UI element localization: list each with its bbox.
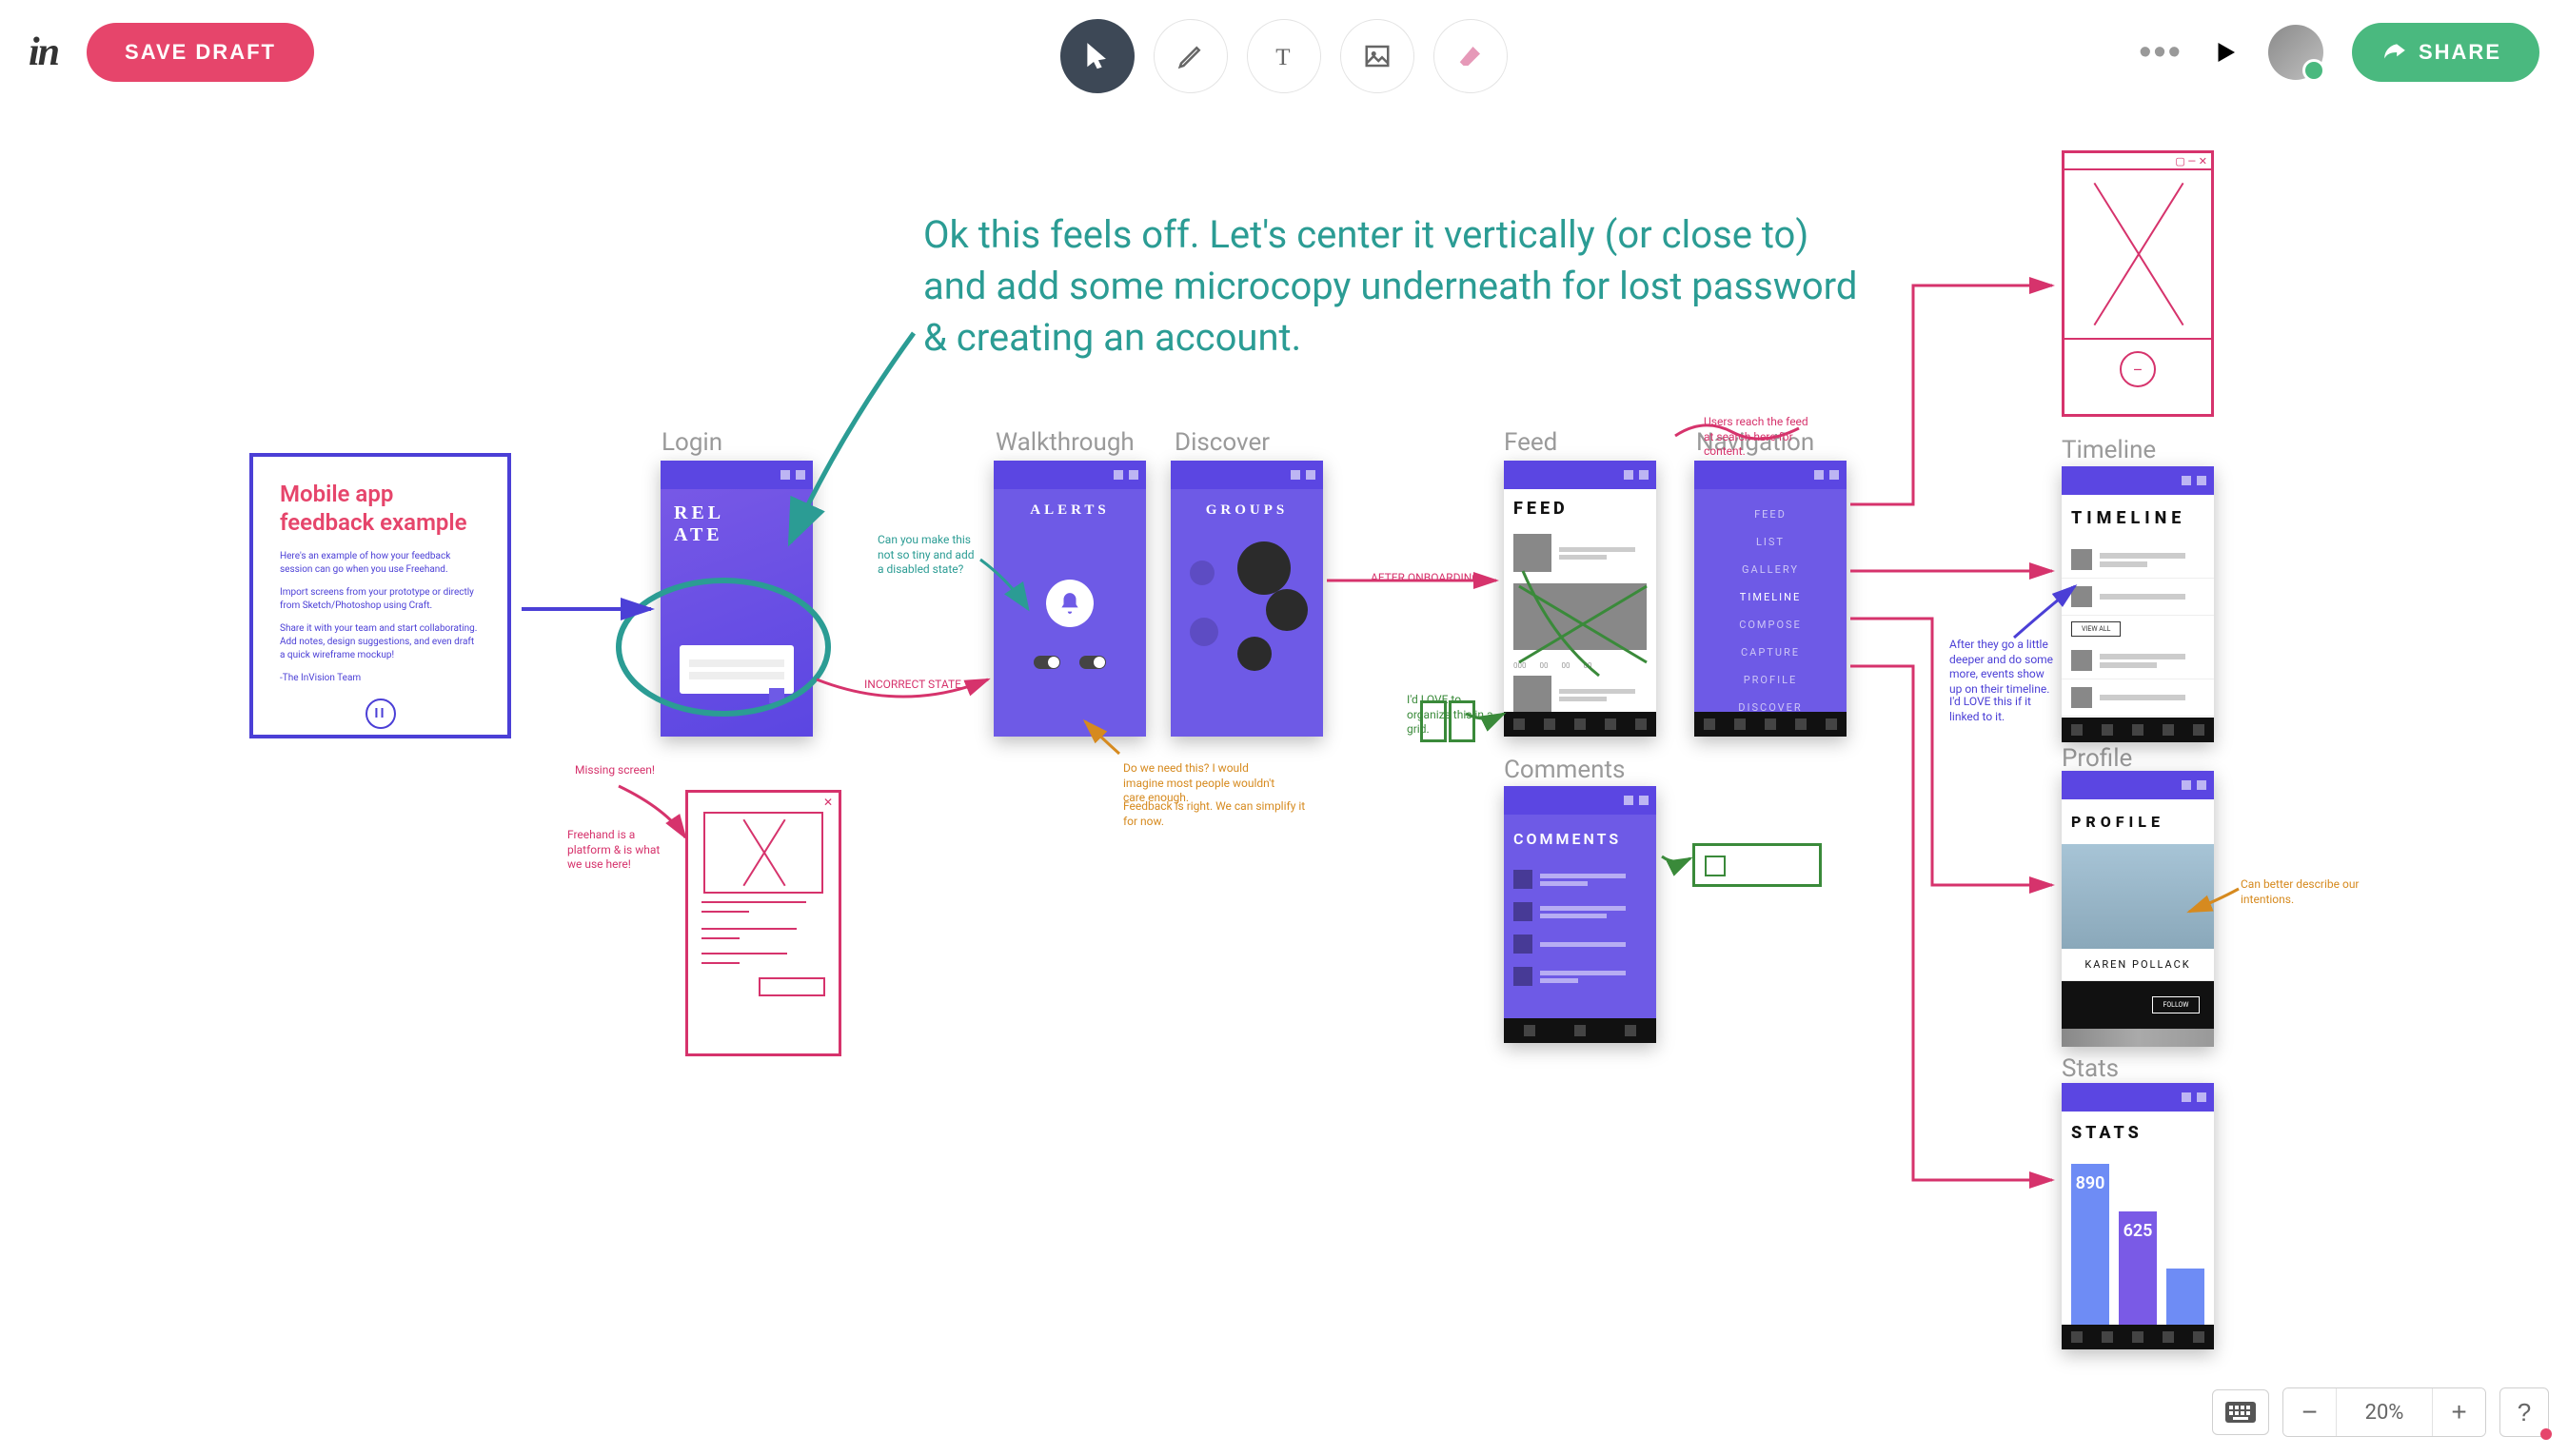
share-label: SHARE bbox=[2419, 40, 2501, 65]
bell-icon bbox=[1046, 580, 1094, 627]
view-all-button: VIEW ALL bbox=[2071, 621, 2121, 637]
pencil-tool[interactable] bbox=[1154, 19, 1228, 93]
zoom-value: 20% bbox=[2337, 1388, 2432, 1436]
zoom-in-button[interactable]: + bbox=[2432, 1388, 2485, 1436]
nav-item: COMPOSE bbox=[1694, 611, 1847, 639]
label-comments: Comments bbox=[1504, 756, 1625, 784]
image-tool[interactable] bbox=[1340, 19, 1414, 93]
pause-icon: II bbox=[365, 698, 396, 729]
zoom-out-button[interactable]: − bbox=[2283, 1388, 2337, 1436]
text-tool[interactable]: T bbox=[1247, 19, 1321, 93]
note-profile: Can better describe our intentions. bbox=[2241, 877, 2374, 907]
share-button[interactable]: SHARE bbox=[2352, 23, 2539, 82]
keyboard-icon bbox=[2225, 1402, 2256, 1423]
intro-sig: -The InVision Team bbox=[280, 672, 481, 685]
nav-item: FEED bbox=[1694, 501, 1847, 528]
profile-title: PROFILE bbox=[2062, 799, 2214, 844]
more-menu-button[interactable]: ••• bbox=[2139, 32, 2183, 73]
screen-timeline[interactable]: TIMELINE VIEW ALL bbox=[2062, 466, 2214, 742]
zoom-control: − 20% + bbox=[2282, 1387, 2486, 1437]
tool-palette: T bbox=[1060, 19, 1508, 93]
comments-title: COMMENTS bbox=[1504, 815, 1656, 863]
intro-p2: Import screens from your prototype or di… bbox=[280, 586, 481, 613]
eraser-icon bbox=[1456, 42, 1485, 70]
alerts-title: ALERTS bbox=[994, 489, 1146, 532]
note-toggle: Can you make this not so tiny and add a … bbox=[878, 533, 982, 578]
login-form bbox=[680, 645, 794, 694]
note-incorrect: INCORRECT STATE bbox=[864, 678, 961, 693]
play-icon bbox=[2211, 38, 2240, 67]
nav-item: TIMELINE bbox=[1694, 583, 1847, 611]
intro-card: Mobile app feedback example Here's an ex… bbox=[249, 453, 511, 738]
stat-bar-1: 890 bbox=[2071, 1164, 2109, 1326]
label-feed: Feed bbox=[1504, 428, 1557, 457]
svg-text:T: T bbox=[1275, 45, 1290, 70]
text-icon: T bbox=[1270, 42, 1298, 70]
login-title: REL ATE bbox=[661, 489, 813, 560]
keyboard-shortcuts-button[interactable] bbox=[2212, 1389, 2269, 1435]
invision-logo: in bbox=[29, 30, 58, 75]
header-right: ••• SHARE bbox=[2139, 15, 2539, 89]
label-timeline: Timeline bbox=[2062, 436, 2156, 464]
nav-item: LIST bbox=[1694, 528, 1847, 556]
eraser-tool[interactable] bbox=[1433, 19, 1508, 93]
app-header: in SAVE DRAFT T ••• SHARE bbox=[0, 0, 2568, 105]
screen-walkthrough[interactable]: ALERTS bbox=[994, 461, 1146, 737]
note-users: Users reach the feed at search here for … bbox=[1704, 415, 1818, 460]
label-walkthrough: Walkthrough bbox=[996, 428, 1135, 457]
note-timeline2: I'd LOVE this if it linked to it. bbox=[1949, 695, 2054, 724]
present-button[interactable] bbox=[2211, 15, 2240, 89]
cursor-icon bbox=[1083, 42, 1112, 70]
label-profile: Profile bbox=[2062, 744, 2132, 773]
intro-p1: Here's an example of how your feedback s… bbox=[280, 550, 481, 577]
screen-navigation[interactable]: FEED LIST GALLERY TIMELINE COMPOSE CAPTU… bbox=[1694, 461, 1847, 737]
label-discover: Discover bbox=[1175, 428, 1270, 457]
freehand-canvas[interactable]: Ok this feels off. Let's center it verti… bbox=[0, 105, 2568, 1456]
note-timeline1: After they go a little deeper and do som… bbox=[1949, 638, 2054, 697]
share-arrow-icon bbox=[2382, 40, 2407, 65]
note-simplify: Feedback is right. We can simplify it fo… bbox=[1123, 799, 1314, 829]
wireframe-timeline[interactable]: ▢ — ✕ – bbox=[2062, 150, 2214, 417]
save-draft-button[interactable]: SAVE DRAFT bbox=[87, 23, 314, 82]
screen-comments[interactable]: COMMENTS bbox=[1504, 786, 1656, 1043]
user-avatar[interactable] bbox=[2268, 25, 2323, 80]
follow-button: FOLLOW bbox=[2152, 996, 2199, 1013]
screen-discover[interactable]: GROUPS bbox=[1171, 461, 1323, 737]
screen-stats[interactable]: STATS 890 625 bbox=[2062, 1083, 2214, 1349]
stat-bar-2: 625 bbox=[2119, 1211, 2157, 1326]
nav-item: PROFILE bbox=[1694, 666, 1847, 694]
profile-name: KAREN POLLACK bbox=[2062, 949, 2214, 981]
comment-highlight bbox=[1692, 843, 1822, 887]
nav-item: CAPTURE bbox=[1694, 639, 1847, 666]
intro-title: Mobile app feedback example bbox=[280, 480, 481, 537]
intro-p3: Share it with your team and start collab… bbox=[280, 622, 481, 662]
screen-profile[interactable]: PROFILE KAREN POLLACK FOLLOW bbox=[2062, 771, 2214, 1047]
note-grid: I'd LOVE to organize this in a grid. bbox=[1407, 693, 1502, 738]
label-login: Login bbox=[662, 428, 722, 457]
nav-item: GALLERY bbox=[1694, 556, 1847, 583]
help-button[interactable]: ? bbox=[2499, 1387, 2549, 1437]
note-platform: Freehand is a platform & is what we use … bbox=[567, 828, 672, 873]
bottom-controls: − 20% + ? bbox=[2212, 1387, 2549, 1437]
stats-title: STATS bbox=[2062, 1112, 2214, 1154]
screen-feed[interactable]: FEED 000000000 bbox=[1504, 461, 1656, 737]
screen-login[interactable]: REL ATE bbox=[661, 461, 813, 737]
stat-bar-3 bbox=[2166, 1269, 2204, 1326]
note-after: AFTER ONBOARDING bbox=[1371, 571, 1479, 586]
groups-title: GROUPS bbox=[1171, 489, 1323, 532]
select-tool[interactable] bbox=[1060, 19, 1135, 93]
feed-title: FEED bbox=[1504, 489, 1656, 528]
main-annotation: Ok this feels off. Let's center it verti… bbox=[923, 209, 1875, 364]
timeline-title: TIMELINE bbox=[2062, 495, 2214, 541]
note-missing: Missing screen! bbox=[575, 763, 655, 778]
label-stats: Stats bbox=[2062, 1054, 2119, 1083]
image-icon bbox=[1363, 42, 1392, 70]
pencil-icon bbox=[1176, 42, 1205, 70]
wireframe-missing-screen[interactable]: ✕ bbox=[685, 790, 841, 1056]
